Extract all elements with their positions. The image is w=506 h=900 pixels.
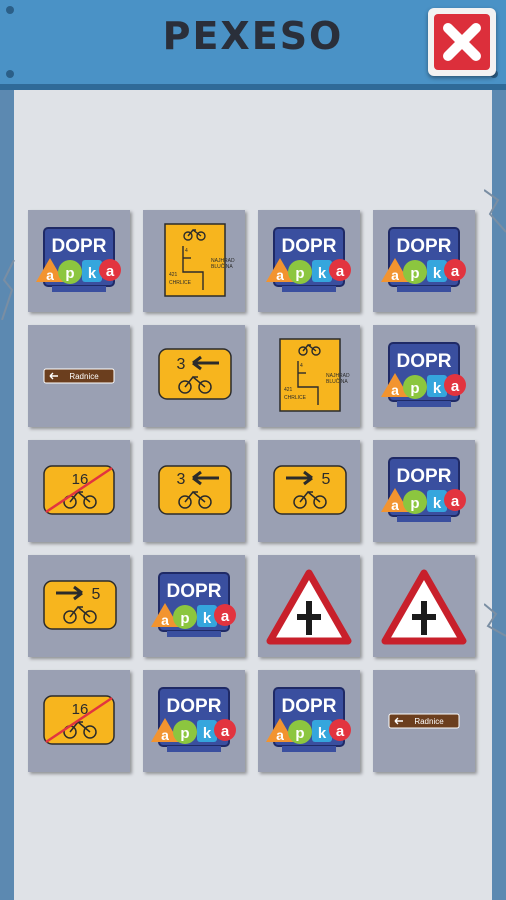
apka-letter-a: a bbox=[451, 378, 460, 395]
dopr-label: DOPR bbox=[282, 236, 337, 257]
close-button[interactable] bbox=[428, 8, 496, 76]
card-cancel-16[interactable]: 16 bbox=[28, 440, 130, 542]
route-number: 4 bbox=[185, 248, 188, 254]
apka-letter-k: k bbox=[318, 265, 327, 282]
card-dopr-apka[interactable]: DOPR a p k a bbox=[373, 440, 475, 542]
card-cancel-16[interactable]: 16 bbox=[28, 670, 130, 772]
frame-left bbox=[0, 90, 14, 900]
crack-decoration bbox=[484, 189, 506, 233]
apka-letter-a: a bbox=[451, 263, 460, 280]
apka-letter-a: a bbox=[106, 263, 115, 280]
apka-letter-p: p bbox=[180, 610, 189, 627]
rivet bbox=[6, 70, 14, 78]
card-radnice[interactable]: Radnice bbox=[373, 670, 475, 772]
card-dopr-apka[interactable]: DOPR a p k a bbox=[258, 670, 360, 772]
route-number: 421 bbox=[169, 272, 178, 278]
apka-letter-a: a bbox=[161, 727, 169, 743]
apka-letter-k: k bbox=[88, 265, 97, 282]
card-route-map[interactable]: NAJHRAD BLUČINA CHRLICE 4 421 bbox=[258, 325, 360, 427]
card-dopr-apka[interactable]: DOPR p k a a bbox=[28, 210, 130, 312]
card-dopr-apka[interactable]: DOPR a p k a bbox=[143, 670, 245, 772]
dopr-label: DOPR bbox=[167, 696, 222, 717]
crack-decoration bbox=[1, 260, 15, 320]
card-arrow-left-3[interactable]: 3 bbox=[143, 325, 245, 427]
apka-letter-p: p bbox=[410, 495, 419, 512]
close-icon[interactable] bbox=[434, 14, 490, 70]
sign-number: 3 bbox=[177, 356, 186, 373]
apka-letter-k: k bbox=[318, 725, 327, 742]
top-bar: PEXESO bbox=[0, 0, 506, 90]
apka-letter-a: a bbox=[221, 723, 230, 740]
apka-letter-p: p bbox=[65, 265, 74, 282]
card-radnice[interactable]: Radnice bbox=[28, 325, 130, 427]
dopr-label: DOPR bbox=[167, 581, 222, 602]
apka-letter-p: p bbox=[410, 265, 419, 282]
apka-letter-a: a bbox=[451, 493, 460, 510]
card-arrow-right-5[interactable]: 5 bbox=[28, 555, 130, 657]
card-priority-crossroad[interactable] bbox=[373, 555, 475, 657]
sign-number: 3 bbox=[177, 471, 186, 488]
apka-letter-a: a bbox=[276, 727, 284, 743]
apka-letter-a: a bbox=[391, 382, 399, 398]
radnice-label: Radnice bbox=[414, 717, 444, 726]
crack-decoration bbox=[484, 603, 506, 637]
route-number: 421 bbox=[284, 387, 293, 393]
apka-letter-a: a bbox=[336, 263, 345, 280]
apka-letter-a: a bbox=[276, 267, 284, 283]
route-number: 4 bbox=[300, 363, 303, 369]
apka-letter-a: a bbox=[391, 267, 399, 283]
card-route-map[interactable]: NAJHRAD BLUČINA CHRLICE 4 421 bbox=[143, 210, 245, 312]
sign-number: 5 bbox=[92, 586, 101, 603]
card-dopr-apka[interactable]: DOPR a p k a bbox=[373, 210, 475, 312]
apka-letter-a: a bbox=[391, 497, 399, 513]
card-arrow-right-5[interactable]: 5 bbox=[258, 440, 360, 542]
card-arrow-left-3[interactable]: 3 bbox=[143, 440, 245, 542]
card-dopr-apka[interactable]: DOPR a p k a bbox=[373, 325, 475, 427]
route-text: BLUČINA bbox=[211, 263, 233, 270]
apka-letter-a: a bbox=[161, 612, 169, 628]
apka-letter-k: k bbox=[433, 380, 442, 397]
apka-letter-k: k bbox=[433, 265, 442, 282]
dopr-label: DOPR bbox=[52, 236, 107, 257]
card-grid: DOPR p k a a NAJHRAD BLUČINA CHRLICE 4 4… bbox=[28, 210, 478, 773]
apka-letter-a: a bbox=[221, 608, 230, 625]
dopr-label: DOPR bbox=[397, 236, 452, 257]
radnice-label: Radnice bbox=[69, 372, 99, 381]
card-dopr-apka[interactable]: DOPR a p k a bbox=[258, 210, 360, 312]
route-text: BLUČINA bbox=[326, 378, 348, 385]
dopr-label: DOPR bbox=[397, 466, 452, 487]
apka-letter-p: p bbox=[295, 265, 304, 282]
apka-letter-p: p bbox=[295, 725, 304, 742]
route-text: CHRLICE bbox=[169, 280, 192, 286]
apka-letter-p: p bbox=[410, 380, 419, 397]
route-text: CHRLICE bbox=[284, 395, 307, 401]
card-priority-crossroad[interactable] bbox=[258, 555, 360, 657]
rivet bbox=[6, 6, 14, 14]
apka-letter-k: k bbox=[203, 610, 212, 627]
dopr-label: DOPR bbox=[282, 696, 337, 717]
apka-letter-a: a bbox=[46, 267, 54, 283]
apka-letter-p: p bbox=[180, 725, 189, 742]
apka-letter-a: a bbox=[336, 723, 345, 740]
apka-letter-k: k bbox=[203, 725, 212, 742]
sign-number: 5 bbox=[322, 471, 331, 488]
card-dopr-apka[interactable]: DOPR a p k a bbox=[143, 555, 245, 657]
apka-letter-k: k bbox=[433, 495, 442, 512]
dopr-label: DOPR bbox=[397, 351, 452, 372]
